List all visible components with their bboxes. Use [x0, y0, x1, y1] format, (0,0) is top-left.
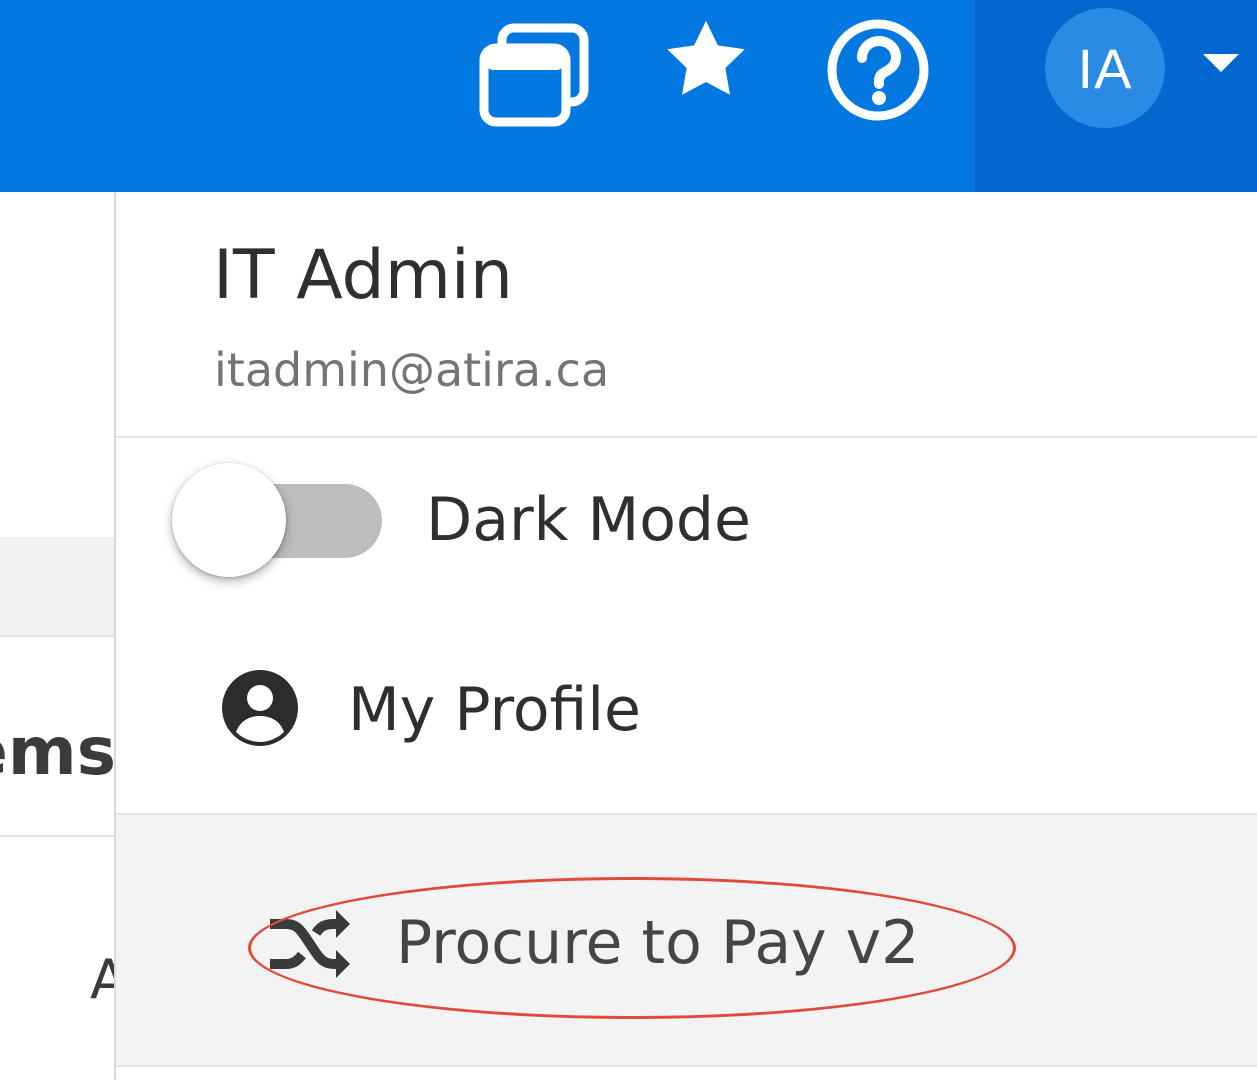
windows-icon[interactable]: [478, 22, 590, 128]
dark-mode-toggle-knob[interactable]: [172, 463, 286, 577]
shuffle-icon: [270, 910, 350, 978]
menu-divider: [116, 436, 1257, 438]
menu-item-label: My Profile: [348, 675, 641, 745]
top-navigation-bar: IA: [0, 0, 1257, 192]
menu-item-my-profile[interactable]: My Profile: [116, 622, 1257, 812]
avatar[interactable]: IA: [1045, 8, 1165, 128]
page-divider: [0, 635, 116, 637]
star-icon[interactable]: [658, 14, 754, 106]
menu-item-label: Procure to Pay v2: [396, 908, 920, 978]
user-circle-icon: [222, 670, 298, 746]
user-name: IT Admin: [213, 236, 513, 315]
caret-down-icon[interactable]: [1203, 54, 1239, 72]
page-divider: [0, 835, 116, 837]
menu-item-procure-to-pay-v2[interactable]: Procure to Pay v2: [116, 815, 1257, 1065]
help-icon[interactable]: [824, 16, 932, 124]
page-text-fragment: A: [90, 948, 116, 1011]
page-heading-fragment: ems: [0, 713, 116, 790]
user-dropdown-menu: IT Admin itadmin@atira.ca Dark Mode My P…: [114, 192, 1257, 1080]
user-email: itadmin@atira.ca: [214, 343, 610, 397]
dark-mode-row[interactable]: Dark Mode: [116, 442, 1257, 602]
menu-divider: [116, 1065, 1257, 1067]
dark-mode-label: Dark Mode: [426, 485, 751, 555]
page-background-band: [0, 537, 116, 635]
